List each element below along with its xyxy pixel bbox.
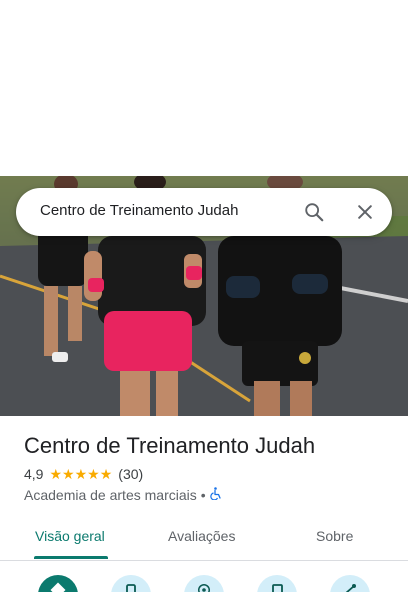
tab-about[interactable]: Sobre [316, 528, 353, 544]
save-bookmark-icon [270, 581, 284, 592]
directions-icon [49, 581, 67, 592]
place-tabs: Visão geral Avaliações Sobre [0, 516, 408, 561]
star-icon: ★ [74, 466, 88, 482]
map-blank-area [0, 0, 408, 176]
place-title: Centro de Treinamento Judah [24, 433, 316, 458]
active-tab-indicator [34, 556, 108, 559]
separator-dot: • [200, 487, 206, 503]
place-info: Centro de Treinamento Judah 4,9 ★ ★ ★ ★ … [24, 432, 384, 503]
share-icon [342, 581, 358, 592]
tab-overview[interactable]: Visão geral [35, 528, 105, 544]
category-row: Academia de artes marciais • [24, 487, 384, 503]
close-icon[interactable] [353, 200, 377, 224]
star-icon: ★ [62, 466, 75, 482]
start-button[interactable] [184, 575, 224, 592]
phone-icon [124, 581, 138, 592]
action-buttons-row [0, 575, 408, 592]
save-button[interactable] [257, 575, 297, 592]
wheelchair-accessible-icon [209, 487, 222, 503]
share-button[interactable] [330, 575, 370, 592]
tab-reviews[interactable]: Avaliações [168, 528, 235, 544]
directions-button[interactable] [38, 575, 78, 592]
search-icon[interactable] [302, 200, 326, 224]
call-button[interactable] [111, 575, 151, 592]
rating-row[interactable]: 4,9 ★ ★ ★ ★ ★ (30) [24, 466, 384, 482]
star-icon: ★ [99, 466, 113, 482]
star-icon: ★ [87, 466, 100, 482]
search-query-text[interactable]: Centro de Treinamento Judah [40, 202, 238, 219]
search-bar[interactable]: Centro de Treinamento Judah [16, 188, 392, 236]
star-icon: ★ [49, 466, 63, 482]
review-count[interactable]: (30) [118, 466, 143, 482]
place-category[interactable]: Academia de artes marciais [24, 487, 197, 503]
rating-value: 4,9 [24, 466, 44, 482]
star-rating: ★ ★ ★ ★ ★ [49, 467, 112, 481]
start-navigation-icon [195, 581, 213, 592]
